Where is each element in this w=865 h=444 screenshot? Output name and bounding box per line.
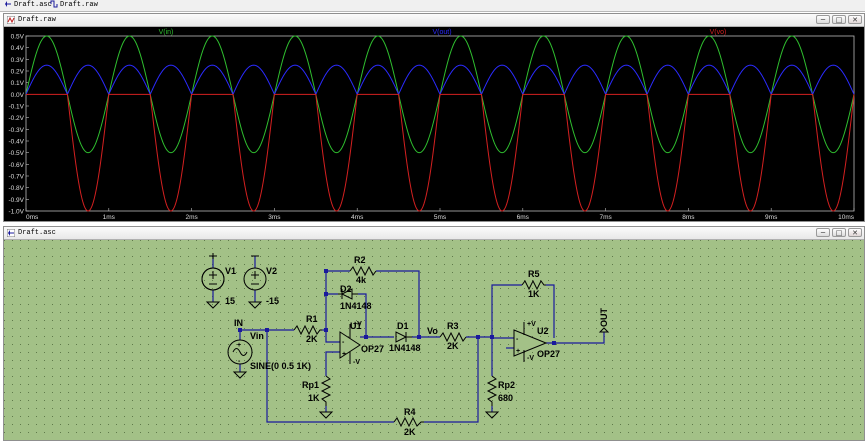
label-r4: R4 <box>404 407 416 417</box>
y-tick-label: 0.4V <box>11 45 25 52</box>
label-r1: R1 <box>306 314 318 324</box>
label-r2-value: 4k <box>356 275 367 285</box>
waveform-window-title: Draft.raw <box>18 16 56 24</box>
label-vin-value: SINE(0 0.5 1K) <box>250 361 311 371</box>
y-tick-label: -0.4V <box>8 139 24 146</box>
label-r3-value: 2K <box>447 341 459 351</box>
label-rp1: Rp1 <box>302 380 319 390</box>
label-r5-value: 1K <box>528 289 540 299</box>
y-tick-label: 0.3V <box>11 57 25 64</box>
label-vo: Vo <box>427 326 438 336</box>
label-r1-value: 2K <box>306 334 318 344</box>
schematic-canvas[interactable]: V1 15 V2 -15 IN Vin SINE(0 0.5 1K) R1 2K… <box>4 240 864 440</box>
y-tick-label: 0.0V <box>11 92 25 99</box>
u1-noninverting-label: + <box>342 351 346 358</box>
waveform-window: Draft.raw ─ □ ✕ 0.5V 0.4V 0.3V 0.2V 0.1V 0.0V… <box>3 13 865 222</box>
y-tick-label: -0.2V <box>8 115 24 122</box>
y-tick-label: 0.5V <box>11 34 25 41</box>
waveform-plot[interactable]: 0.5V 0.4V 0.3V 0.2V 0.1V 0.0V -0.1V -0.2V -0.3V -… <box>4 27 864 221</box>
label-r3: R3 <box>447 321 459 331</box>
tab-draft-raw[interactable]: Draft.raw <box>50 0 98 11</box>
label-u2-value: OP27 <box>537 349 560 359</box>
waveform-window-icon <box>7 16 15 24</box>
x-tick-label: 10ms <box>838 214 855 221</box>
x-tick-label: 0ms <box>26 214 39 221</box>
x-tick-label: 8ms <box>682 214 695 221</box>
x-tick-label: 6ms <box>517 214 530 221</box>
restore-button[interactable]: □ <box>832 228 846 237</box>
legend-vo[interactable]: V(vo) <box>710 29 727 36</box>
label-u1-value: OP27 <box>361 344 384 354</box>
y-tick-label: -0.8V <box>8 185 24 192</box>
restore-button[interactable]: □ <box>832 15 846 24</box>
u2-minus-supply-label: -V <box>527 355 534 362</box>
label-r5: R5 <box>528 269 540 279</box>
tab-draft-asc[interactable]: Draft.asc <box>4 0 52 11</box>
schematic-icon <box>5 1 11 8</box>
minimize-button[interactable]: ─ <box>816 15 830 24</box>
y-tick-label: -0.6V <box>8 162 24 169</box>
label-d1: D1 <box>397 321 409 331</box>
minimize-button[interactable]: ─ <box>816 228 830 237</box>
y-tick-label: -1.0V <box>8 209 24 216</box>
legend-vin[interactable]: V(in) <box>159 29 174 36</box>
label-v2: V2 <box>266 266 277 276</box>
x-tick-label: 5ms <box>434 214 447 221</box>
y-tick-label: -0.7V <box>8 174 24 181</box>
schematic-window-title: Draft.asc <box>18 229 56 237</box>
label-rp1-value: 1K <box>308 393 320 403</box>
y-tick-label: -0.5V <box>8 150 24 157</box>
y-tick-label: -0.1V <box>8 104 24 111</box>
label-out: OUT <box>599 308 609 328</box>
tab-label: Draft.asc <box>14 1 52 9</box>
waveform-icon <box>50 0 58 8</box>
x-tick-label: 3ms <box>268 214 281 221</box>
tab-label: Draft.raw <box>60 1 98 9</box>
schematic-background <box>4 240 864 440</box>
label-v2-value: -15 <box>266 296 279 306</box>
plot-background <box>4 27 864 221</box>
label-in: IN <box>234 318 243 328</box>
vin-plus-label: + <box>237 342 241 349</box>
y-tick-label: 0.1V <box>11 80 25 87</box>
document-tab-bar: Draft.asc Draft.raw <box>0 0 865 12</box>
x-tick-label: 9ms <box>765 214 778 221</box>
label-rp2: Rp2 <box>498 380 515 390</box>
close-button[interactable]: ✕ <box>848 15 862 24</box>
close-button[interactable]: ✕ <box>848 228 862 237</box>
u2-noninverting-label: + <box>516 348 520 355</box>
u1-plus-supply-label: +V <box>353 321 362 328</box>
voltage-source-v1[interactable] <box>201 267 225 291</box>
schematic-window-icon <box>7 229 15 237</box>
label-r2: R2 <box>354 255 366 265</box>
x-tick-label: 1ms <box>103 214 116 221</box>
y-tick-label: 0.2V <box>11 69 25 76</box>
x-tick-label: 4ms <box>351 214 364 221</box>
label-d2-value: 1N4148 <box>340 301 372 311</box>
label-rp2-value: 680 <box>498 393 513 403</box>
label-vin: Vin <box>250 331 264 341</box>
label-u2: U2 <box>537 326 549 336</box>
u2-plus-supply-label: +V <box>527 321 536 328</box>
y-tick-label: -0.3V <box>8 127 24 134</box>
waveform-title-bar: Draft.raw ─ □ ✕ <box>4 14 864 27</box>
y-tick-label: -0.9V <box>8 197 24 204</box>
legend-vout[interactable]: V(out) <box>432 29 451 36</box>
x-tick-label: 7ms <box>599 214 612 221</box>
u1-minus-supply-label: -V <box>353 359 360 366</box>
schematic-title-bar: Draft.asc ─ □ ✕ <box>4 227 864 240</box>
label-v1-value: 15 <box>225 296 235 306</box>
label-d2: D2 <box>340 284 352 294</box>
label-r4-value: 2K <box>404 427 416 437</box>
x-tick-label: 2ms <box>185 214 198 221</box>
label-d1-value: 1N4148 <box>389 343 421 353</box>
label-v1: V1 <box>225 266 236 276</box>
schematic-window: Draft.asc ─ □ ✕ V1 15 V2 -15 IN Vin SINE… <box>3 226 865 441</box>
